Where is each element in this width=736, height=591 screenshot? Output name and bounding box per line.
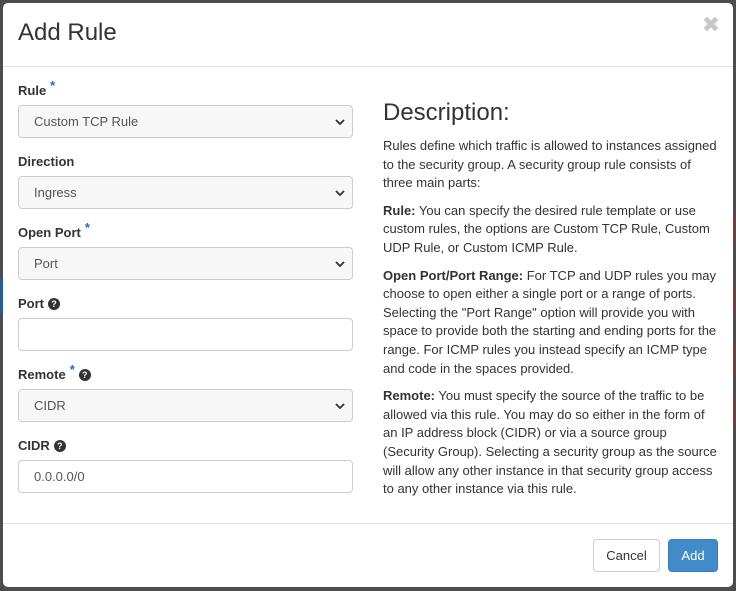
- chevron-down-icon: [335, 190, 345, 197]
- description-rule-text: You can specify the desired rule templat…: [383, 202, 710, 255]
- description-title: Description:: [383, 99, 510, 126]
- remote-select-value: CIDR: [34, 398, 66, 413]
- remote-field-group: Remote * ? CIDR: [18, 362, 353, 435]
- cidr-input-value: 0.0.0.0/0: [34, 469, 85, 484]
- required-asterisk: *: [50, 78, 56, 93]
- required-asterisk: *: [84, 220, 90, 235]
- rule-label-text: Rule: [18, 83, 47, 98]
- description-rule-term: Rule:: [383, 202, 416, 218]
- required-asterisk: *: [69, 362, 75, 377]
- remote-select[interactable]: CIDR: [18, 389, 353, 422]
- question-circle-icon[interactable]: ?: [53, 440, 66, 452]
- rule-select[interactable]: Custom TCP Rule: [18, 105, 353, 138]
- description-rule: Rule: You can specify the desired rule t…: [383, 202, 719, 258]
- rule-select-value: Custom TCP Rule: [34, 114, 139, 129]
- open-port-select[interactable]: Port: [18, 247, 353, 280]
- rule-field-group: Rule * Custom TCP Rule: [18, 78, 353, 151]
- direction-label: Direction: [18, 151, 353, 173]
- add-button[interactable]: Add: [668, 539, 718, 572]
- question-circle-icon[interactable]: ?: [48, 298, 60, 310]
- add-rule-modal: Add Rule ✖ Rule * Custom TCP Rule Direct…: [3, 3, 733, 587]
- close-icon[interactable]: ✖: [701, 13, 721, 37]
- description-remote: Remote: You must specify the source of t…: [383, 387, 719, 499]
- chevron-down-icon: [335, 403, 345, 410]
- port-label-text: Port: [18, 296, 44, 311]
- cidr-label: CIDR ?: [18, 435, 353, 457]
- modal-header: Add Rule ✖: [3, 3, 733, 67]
- cancel-button[interactable]: Cancel: [593, 539, 660, 572]
- cidr-label-text: CIDR: [18, 438, 50, 453]
- open-port-field-group: Open Port * Port: [18, 220, 353, 293]
- port-field-group: Port ?: [18, 293, 353, 364]
- chevron-down-icon: [335, 261, 345, 268]
- description-panel: Description: Rules define which traffic …: [383, 99, 719, 508]
- description-intro: Rules define which traffic is allowed to…: [383, 138, 717, 191]
- modal-footer: Cancel Add: [3, 523, 733, 587]
- port-input[interactable]: [18, 318, 353, 351]
- open-port-select-value: Port: [34, 256, 58, 271]
- rule-label: Rule *: [18, 78, 353, 102]
- direction-label-text: Direction: [18, 154, 75, 169]
- description-remote-term: Remote:: [383, 388, 436, 404]
- modal-body: Rule * Custom TCP Rule Direction Ingress: [3, 67, 733, 523]
- modal-title: Add Rule: [18, 19, 117, 46]
- rule-form: Rule * Custom TCP Rule Direction Ingress: [18, 78, 353, 506]
- cidr-field-group: CIDR ? 0.0.0.0/0: [18, 435, 353, 506]
- direction-select-value: Ingress: [34, 185, 77, 200]
- open-port-label: Open Port *: [18, 220, 353, 244]
- direction-field-group: Direction Ingress: [18, 151, 353, 222]
- description-port-term: Open Port/Port Range:: [383, 267, 524, 283]
- open-port-label-text: Open Port: [18, 225, 81, 240]
- cidr-input[interactable]: 0.0.0.0/0: [18, 460, 353, 493]
- description-open-port: Open Port/Port Range: For TCP and UDP ru…: [383, 267, 719, 379]
- port-label: Port ?: [18, 293, 353, 315]
- description-remote-text: You must specify the source of the traff…: [383, 388, 717, 497]
- chevron-down-icon: [335, 119, 345, 126]
- description-port-text: For TCP and UDP rules you may choose to …: [383, 267, 717, 376]
- direction-select[interactable]: Ingress: [18, 176, 353, 209]
- remote-label: Remote * ?: [18, 362, 353, 386]
- question-circle-icon[interactable]: ?: [78, 369, 91, 381]
- remote-label-text: Remote: [18, 367, 66, 382]
